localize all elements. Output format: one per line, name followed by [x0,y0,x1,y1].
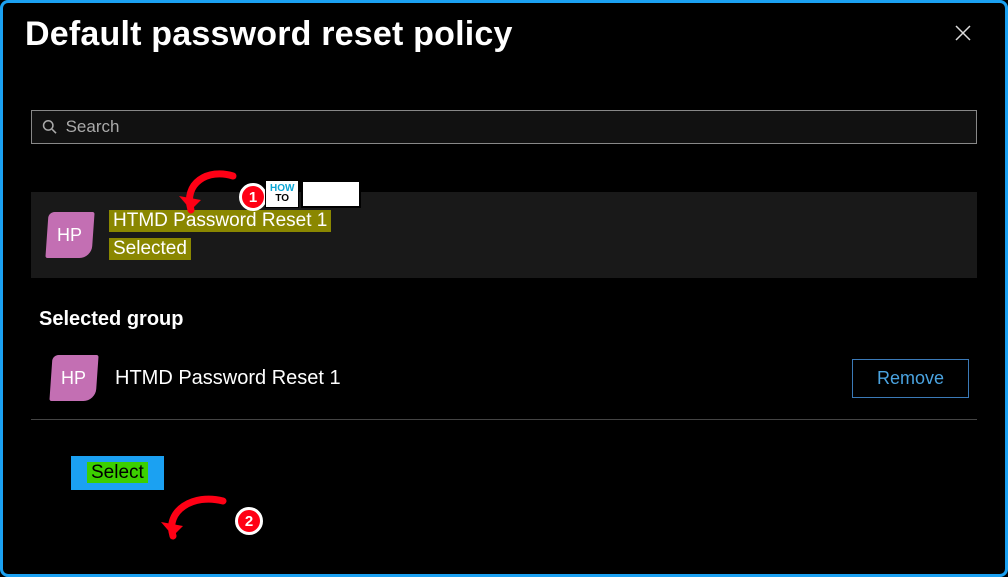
annotation-badge-2: 2 [235,507,263,535]
close-button[interactable] [943,21,983,47]
selected-group-row: HP HTMD Password Reset 1 Remove [31,345,977,420]
result-status: Selected [109,238,191,260]
watermark-logo: HOW TO MANAGE DEVICES [265,180,361,208]
selected-group-name: HTMD Password Reset 1 [115,367,341,390]
result-name: HTMD Password Reset 1 [109,210,331,232]
remove-button[interactable]: Remove [852,359,969,398]
selected-group-heading: Selected group [39,308,977,331]
search-result-item[interactable]: HP HTMD Password Reset 1 Selected [31,192,977,278]
search-input[interactable] [66,117,966,137]
group-avatar: HP [45,212,94,258]
search-box[interactable] [31,110,977,144]
close-icon [953,23,973,43]
select-button-label: Select [87,462,148,483]
search-icon [42,119,58,135]
page-title: Default password reset policy [25,15,513,54]
panel-header: Default password reset policy [25,15,983,54]
select-button[interactable]: Select [71,456,164,490]
selected-group-avatar: HP [49,355,98,401]
